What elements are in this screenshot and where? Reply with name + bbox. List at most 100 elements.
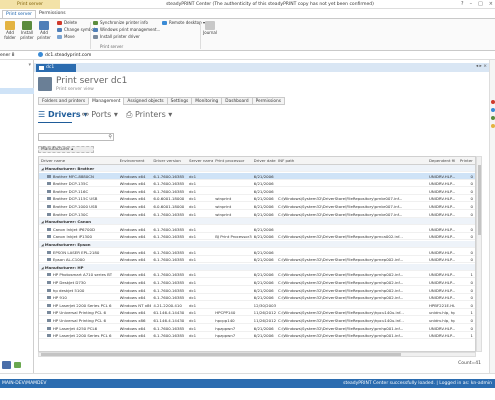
driver-name-text: Brother DCP-115C USB [52, 196, 98, 202]
help-button[interactable]: ? [461, 0, 464, 9]
driver-name-text: Brother DCP-1000 USB [52, 204, 98, 209]
table-row[interactable]: Brother DCP-135C Windows x64 6.1.7600.1638… [39, 180, 475, 188]
table-row[interactable]: HP Universal Printing PCL 6 Windows x86 61… [39, 317, 475, 324]
tab-dashboard[interactable]: Dashboard [221, 97, 252, 105]
sync-printer-info-button[interactable]: Synchronize printer info [93, 20, 148, 26]
group-row-text: Manufacturer: Brother [44, 166, 95, 171]
add-printer-button[interactable]: Add printer [36, 21, 52, 40]
table-row[interactable]: Brother MFC-8880CN Windows x64 6.1.7600.16… [39, 172, 475, 180]
bottom-nav-secondary-icon[interactable] [14, 362, 21, 368]
group-row[interactable]: ◢Manufacturer: Epson [39, 241, 475, 248]
driver-name-text: Brother DCP-116C [52, 188, 89, 194]
group-row[interactable]: ◢Manufacturer: HP [39, 263, 475, 271]
col-print-processor-header[interactable]: Print processor [215, 157, 252, 165]
group-row[interactable]: ◢Manufacturer: Brother [39, 165, 475, 172]
cell-driver-date: 6/21/2006 [253, 226, 274, 232]
col-driver-version-header[interactable]: Driver version [153, 157, 187, 165]
install-printer-button[interactable]: Install printer [19, 21, 35, 40]
subnav-printers[interactable]: ⎙ Printers ▾ [126, 110, 172, 120]
table-row[interactable]: HP Universal Printing PCL 6 Windows x64 61… [39, 309, 475, 317]
search-icon[interactable]: ⚲ [108, 134, 112, 140]
table-row[interactable]: Epson AL-C1000 Windows x64 6.1.7600.16385 d… [39, 256, 475, 264]
col-driver-name-header[interactable]: Driver name [41, 157, 107, 165]
table-row[interactable]: HP LaserJet 4250 PCL6 Windows x64 6.1.7600… [39, 325, 475, 332]
cell-driver-version: 6.0.6001.18000 [153, 204, 185, 209]
windows-print-management-button[interactable]: Windows print management... [93, 27, 160, 33]
cell-server-name: dc1 [188, 211, 197, 217]
table-row[interactable]: EPSON LASER EPL-2180 Windows x64 6.1.7600.… [39, 249, 475, 256]
document-tab-dc1[interactable]: dc1 [36, 64, 76, 72]
move-button[interactable]: Move [57, 34, 75, 40]
maximize-button[interactable]: □ [478, 0, 483, 9]
cell-driver-version: 6.1.7600.16385 [153, 257, 185, 263]
delete-button[interactable]: Delete [57, 20, 77, 26]
tab-folders-and-printers[interactable]: Folders and printers [38, 97, 89, 105]
ribbon-group-label: Print server [100, 44, 124, 49]
add-folder-button[interactable]: Add folder [2, 21, 18, 40]
tab-management[interactable]: Management [88, 97, 124, 105]
install-printer-driver-button[interactable]: Install printer driver [93, 34, 140, 40]
table-row[interactable]: Brother DCP-1000 USB Windows x64 6.0.6001.… [39, 203, 475, 210]
table-row[interactable]: Brother DCP-130C Windows x64 6.1.7600.1638… [39, 211, 475, 218]
horizontal-scroll-thumb[interactable] [41, 353, 401, 356]
subnav-drivers[interactable]: ☰ Drivers ▾ [38, 110, 87, 119]
cell-printers: 1 [470, 333, 473, 339]
cell-printers: 0 [470, 204, 473, 209]
remote-desktop-button[interactable]: Remote desktop ▾ [162, 20, 205, 26]
table-row[interactable]: Brother DCP-116C Windows x64 6.1.7600.1638… [39, 188, 475, 195]
printer-driver-icon [46, 258, 51, 262]
cell-print-processor: winprint [215, 204, 232, 209]
tab-permissions[interactable]: Permissions [251, 97, 286, 105]
driver-name-text: HP 910 [52, 295, 67, 301]
col-printers-header[interactable]: Printers [460, 157, 473, 165]
table-row[interactable]: HP LaserJet 2200 Series PCL 6 Windows x64… [39, 332, 475, 340]
tab-monitoring[interactable]: Monitoring [191, 97, 222, 105]
nav-selected-item[interactable] [0, 88, 34, 94]
group-row[interactable]: ◢Manufacturer: Canon [39, 218, 475, 226]
table-row[interactable]: Canon Inkjet iP1300 Windows x64 6.1.7600.1… [39, 233, 475, 241]
table-row[interactable]: HP 910 Windows x64 6.1.7600.16385 dc1 6/21/2… [39, 294, 475, 302]
cell-driver-version: 6.1.7600.16385 [153, 325, 185, 331]
delete-label: Delete [64, 20, 78, 25]
cell-dependent-files: UNIDRV.HLP... [428, 287, 456, 293]
table-row[interactable]: Brother DCP-115C USB Windows x64 6.0.6001.… [39, 195, 475, 203]
col-driver-date-header[interactable]: Driver date [254, 157, 276, 165]
cell-dependent-files: UNIDRV.HLP... [428, 226, 456, 232]
ribbon-tab-print-server[interactable]: Print server [2, 10, 37, 18]
vertical-scroll-thumb[interactable] [478, 165, 481, 235]
server-path[interactable]: dc1.steadyprint.com [38, 51, 91, 60]
col-environment-header[interactable]: Environment [120, 157, 152, 165]
pin-icon[interactable]: ▾ [28, 62, 31, 68]
printer-driver-icon [46, 212, 51, 216]
vertical-scrollbar[interactable] [476, 156, 482, 352]
table-row[interactable]: HP LaserJet 2200 Series PCL 6 Windows NT … [39, 302, 475, 309]
close-button[interactable]: × [489, 0, 493, 9]
bottom-nav-icon[interactable] [2, 361, 11, 369]
cell-printers: 0 [470, 211, 473, 217]
table-row[interactable]: HP DeskJet D730 Windows x64 6.1.7600.16385… [39, 279, 475, 286]
tab-scroll-icon[interactable]: ◂ ▸ × [476, 64, 487, 69]
search-input[interactable]: ⚲ [38, 133, 114, 141]
cell-dependent-files: UNIDRV.HLP... [428, 257, 456, 263]
tab-assigned-objects[interactable]: Assigned objects [123, 97, 167, 105]
col-inf-path-header[interactable]: INF path [278, 157, 428, 165]
group-by-box[interactable]: Manufacturer ▴ [38, 146, 94, 153]
minimize-button[interactable]: – [470, 0, 473, 9]
table-row[interactable]: Canon Inkjet iP6700D Windows x64 6.1.7600.… [39, 226, 475, 233]
subnav-ports[interactable]: ⚯ Ports ▾ [82, 110, 118, 119]
tab-settings[interactable]: Settings [166, 97, 192, 105]
table-row[interactable]: hp deskjet 5100 Windows x64 6.1.7600.16385… [39, 287, 475, 294]
horizontal-scrollbar[interactable] [38, 352, 476, 357]
cell-driver-version: 6.1.7600.16385 [153, 249, 185, 255]
cell-dependent-files: UNIDRV.HLP... [428, 272, 456, 278]
cell-environment: Windows x64 [119, 211, 146, 217]
journal-button[interactable]: Journal [202, 21, 218, 36]
cell-dependent-files: UNIDRV.HLP... [428, 196, 456, 202]
printer-driver-icon [46, 250, 51, 254]
cell-driver-date: 11/26/2012 [253, 318, 277, 323]
cell-dependent-files: unidrv.hlp, hp... [428, 310, 455, 316]
table-row[interactable]: HP Photosmart A710 series BT Windows x64 6… [39, 271, 475, 279]
ribbon-tab-permissions[interactable]: Permissions [36, 10, 69, 18]
col-server-name-header[interactable]: Server name [189, 157, 213, 165]
col-dependent-files-header[interactable]: Dependent files [429, 157, 455, 165]
